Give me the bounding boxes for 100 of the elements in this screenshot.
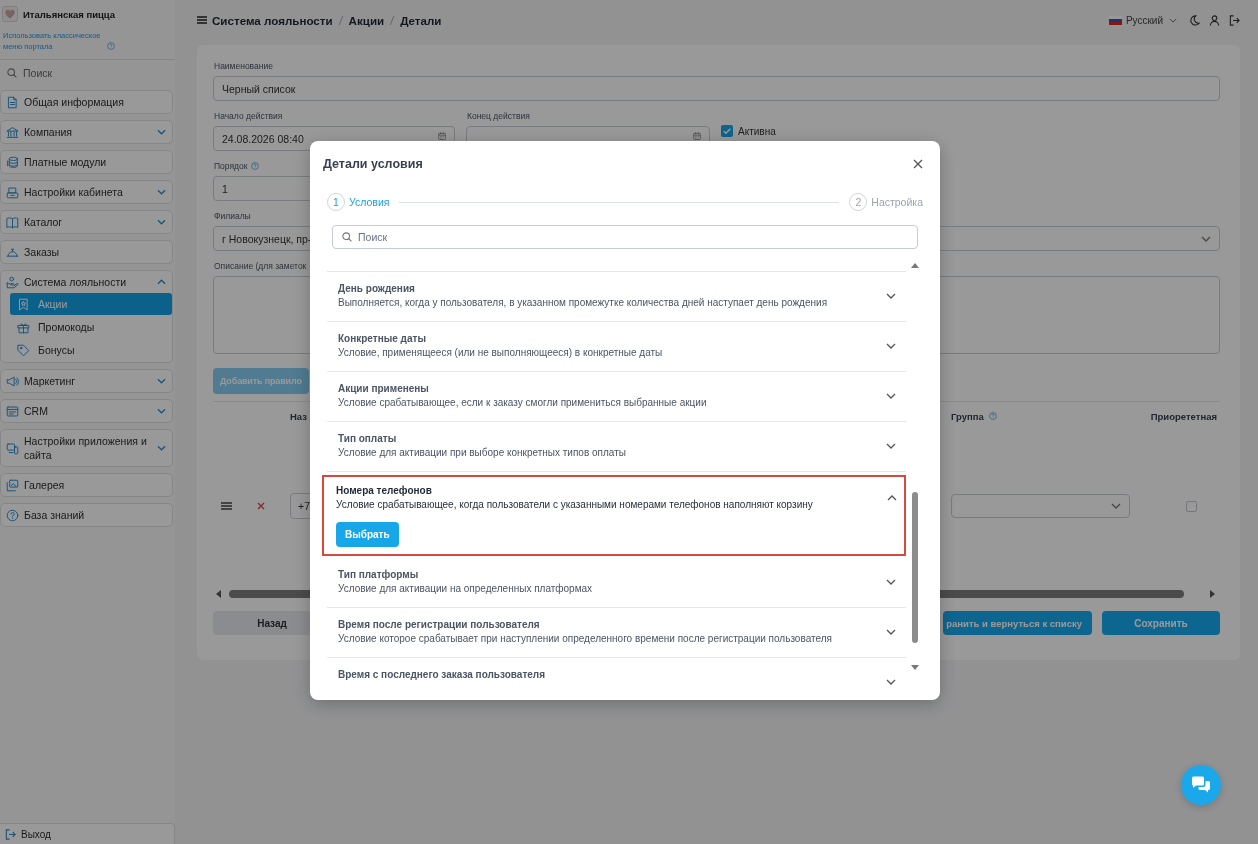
brand-name: Итальянская пицца [23, 8, 116, 20]
condition-title: Конкретные даты [338, 332, 426, 346]
calendar-icon[interactable] [693, 132, 701, 140]
caret-left-icon[interactable] [216, 590, 221, 598]
condition-item[interactable]: Время после регистрации пользователя Условие которое срабатывает при наступлении определенного времени после регистрации пользователя [327, 608, 906, 658]
scrollbar-thumb[interactable] [912, 492, 918, 643]
close-icon [913, 159, 923, 169]
nav-item[interactable]: Общая информация [0, 90, 173, 114]
chat-icon [1191, 776, 1211, 794]
printer-icon [6, 185, 19, 199]
condition-item[interactable]: Номера телефонов Условие срабатывающее, когда пользователи с указанными номерами телефонов наполняют корзину Выбрать [322, 475, 906, 556]
nav-subitem[interactable]: Промокоды [10, 316, 172, 338]
condition-title: Время с последнего заказа пользователя [338, 668, 546, 682]
help-icon [6, 508, 19, 522]
condition-title: День рождения [338, 282, 415, 296]
field-label: Наименование [213, 60, 273, 72]
condition-description: Условие для активации при выборе конкретных типов оплаты [338, 446, 626, 460]
bookmark-star-icon [17, 297, 30, 311]
condition-description: Условие срабатывающее, если к заказу смогли примениться выбранные акции [338, 396, 707, 410]
caret-up-icon[interactable] [911, 263, 919, 268]
column-header: Наз [290, 410, 307, 422]
condition-description: Условие срабатывающее, когда пользователи с указанными номерами телефонов наполняют корзину [336, 498, 813, 512]
search-icon [7, 68, 17, 78]
drag-handle-icon[interactable] [221, 502, 232, 510]
condition-item[interactable]: День рождения Выполняется, когда у пользователя, в указанном промежутке количества дней наступает день рождения [327, 271, 906, 322]
condition-title: Тип оплаты [338, 432, 397, 446]
condition-item[interactable]: Тип оплаты Условие для активации при выборе конкретных типов оплаты [327, 422, 906, 472]
menu-icon[interactable] [197, 16, 207, 24]
chevron-down-icon[interactable] [886, 343, 896, 349]
gift-icon [17, 320, 30, 334]
column-header: Приорететная [1150, 410, 1217, 422]
chevron-up-icon[interactable] [887, 495, 897, 501]
caret-right-icon[interactable] [1210, 590, 1215, 598]
nav-item[interactable]: Настройки кабинета [0, 180, 173, 204]
help-icon[interactable] [251, 162, 260, 170]
active-checkbox[interactable] [721, 125, 733, 137]
book-icon [6, 215, 19, 229]
nav-item[interactable]: Заказы [0, 240, 173, 264]
condition-item[interactable]: Акции применены Условие срабатывающее, если к заказу смогли примениться выбранные акции [327, 372, 906, 422]
megaphone-icon [6, 374, 19, 388]
slash-icon [389, 14, 396, 26]
chevron-down-icon[interactable] [886, 629, 896, 635]
nav-item[interactable]: Маркетинг [0, 369, 173, 393]
logout-icon [5, 828, 16, 840]
priority-checkbox[interactable] [1186, 500, 1197, 512]
logout-icon[interactable] [1229, 14, 1240, 26]
condition-item[interactable]: Тип платформы Условие для активации на определенных платформах [327, 558, 906, 608]
language-select[interactable]: Русский [1108, 14, 1177, 26]
nav-item[interactable]: Платные модули [0, 150, 173, 174]
nav-subitem[interactable]: Бонусы [10, 339, 172, 361]
person-hand-icon [6, 275, 19, 289]
nav-item[interactable]: Компания [0, 120, 173, 144]
condition-item[interactable]: Конкретные даты Условие, применящееся (или не выполняющееся) в конкретные даты [327, 322, 906, 372]
caret-down-icon[interactable] [911, 665, 919, 670]
chevron-down-icon[interactable] [886, 293, 896, 299]
nav-item[interactable]: Система лояльности [1, 271, 172, 293]
condition-item[interactable]: Время с последнего заказа пользователя [327, 658, 906, 686]
tag-icon [17, 343, 30, 357]
chevron-down-icon[interactable] [886, 393, 896, 399]
field-label: Конец действия [466, 110, 530, 122]
nav-item[interactable]: Галерея [0, 473, 173, 497]
condition-title: Время после регистрации пользователя [338, 618, 540, 632]
chevron-down-icon[interactable] [886, 443, 896, 449]
user-icon[interactable] [1209, 14, 1220, 26]
bank-icon [6, 125, 19, 139]
active-label: Активна [738, 125, 776, 137]
field-label: Начало действия [213, 110, 283, 122]
help-icon[interactable] [988, 412, 997, 420]
chevron-down-icon[interactable] [1201, 235, 1211, 242]
nav-item[interactable]: CRM [0, 399, 173, 423]
breadcrumb-link[interactable]: Акции [348, 13, 385, 27]
search-field[interactable]: Поиск [332, 225, 918, 249]
field-label: Порядок [213, 160, 248, 172]
condition-title: Акции применены [338, 382, 429, 396]
dialog-title: Детали условия [323, 157, 423, 171]
condition-description: Выполняется, когда у пользователя, в указанном промежутке количества дней наступает день рождения [338, 296, 828, 310]
nav-item[interactable]: Каталог [0, 210, 173, 234]
chevron-down-icon[interactable] [886, 579, 896, 585]
field-label: Филиалы [213, 210, 251, 222]
logout-button[interactable]: Выход [0, 823, 175, 844]
condition-description: Условие которое срабатывает при наступлении определенного времени после регистрации пользователя [338, 632, 832, 646]
nav-item[interactable]: Настройки приложения и сайта [0, 429, 173, 467]
close-button[interactable] [913, 159, 923, 169]
name-field[interactable]: Черный список [213, 76, 1220, 101]
delete-icon[interactable] [257, 502, 265, 510]
moon-icon[interactable] [1189, 14, 1200, 26]
breadcrumb-link[interactable]: Система лояльности [212, 13, 333, 27]
search-field[interactable]: Поиск [0, 60, 60, 85]
calendar-icon[interactable] [438, 132, 446, 140]
field-label: Описание (для заметок [213, 260, 307, 272]
chevron-down-icon[interactable] [886, 679, 896, 685]
nav-item[interactable]: База знаний [0, 503, 173, 527]
condition-title: Номера телефонов [336, 484, 432, 498]
window-icon [6, 404, 19, 418]
caret-down-icon [1169, 17, 1177, 23]
condition-description: Условие, применящееся (или не выполняющееся) в конкретные даты [338, 346, 663, 360]
images-icon [6, 478, 19, 492]
devices-icon [6, 441, 19, 455]
document-icon [6, 95, 19, 109]
chevron-down-icon[interactable] [1111, 503, 1121, 509]
